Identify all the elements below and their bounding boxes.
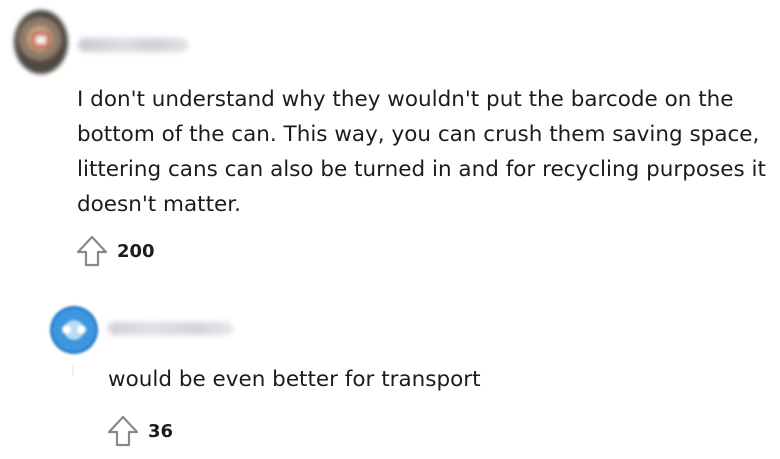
comment-body: would be even better for transport [108,367,481,392]
comment-thread: I don't understand why they wouldn't put… [0,0,780,459]
vote-score: 200 [117,240,155,262]
thread-line[interactable] [72,365,74,375]
avatar-eye [62,325,71,334]
snoo-avatar-icon[interactable] [50,306,98,354]
vote-score: 36 [148,420,174,442]
vote-bar: 200 [75,234,155,268]
avatar-image [32,32,50,48]
username-blurred[interactable] [78,38,188,52]
vote-bar: 36 [106,414,173,448]
comment-body: I don't understand why they wouldn't put… [77,87,766,217]
user-avatar-icon[interactable] [14,10,68,74]
username-blurred[interactable] [108,322,233,335]
avatar-eye [77,325,86,334]
upvote-arrow-icon[interactable] [106,414,140,448]
upvote-arrow-icon[interactable] [75,234,109,268]
